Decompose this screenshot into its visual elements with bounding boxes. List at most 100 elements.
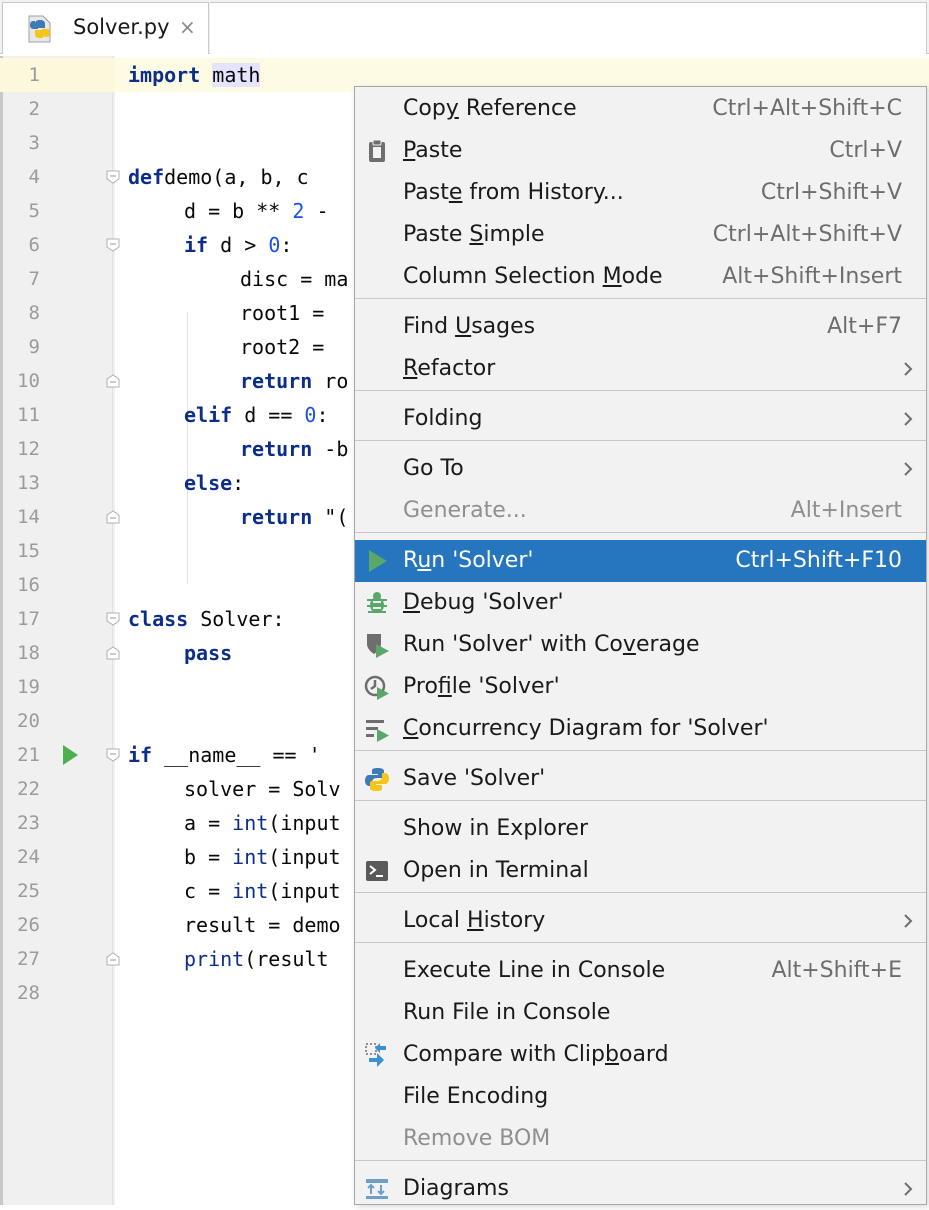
code-text-segment: disc = ma (240, 267, 349, 291)
menu-item-run-with-coverage[interactable]: Run 'Solver' with Coverage (355, 624, 926, 666)
code-text: return -b (240, 432, 348, 466)
line-number: 27 (17, 948, 40, 970)
menu-item-find-usages[interactable]: Find Usages Alt+F7 (355, 306, 926, 348)
menu-item-go-to[interactable]: Go To (355, 448, 926, 490)
submenu-chevron-icon (904, 412, 913, 426)
run-gutter-icon[interactable] (63, 745, 78, 765)
menu-item-label: Diagrams (403, 1168, 509, 1210)
mnemonic-letter: P (403, 138, 416, 163)
menu-item-shortcut: Ctrl+V (829, 138, 902, 163)
mnemonic-letter: v (622, 632, 636, 657)
menu-item-shortcut: Alt+Shift+Insert (722, 264, 902, 289)
code-keyword: pass (184, 641, 233, 665)
label-segment: Local (403, 908, 468, 933)
label-segment: Pro (403, 674, 438, 699)
python-icon (365, 768, 389, 791)
menu-item-shortcut: Ctrl+Alt+Shift+V (712, 222, 902, 247)
mnemonic-letter: C (403, 716, 419, 741)
label-segment: Find (403, 314, 456, 339)
label-segment: Compare with Clip (403, 1042, 606, 1067)
label-segment: Remove BOM (403, 1126, 551, 1151)
menu-item-folding[interactable]: Folding (355, 398, 926, 440)
line-number: 18 (17, 642, 40, 664)
code-text-segment: : (316, 403, 329, 427)
code-text-segment: d == (232, 403, 305, 427)
close-icon[interactable]: × (179, 15, 196, 39)
code-text-segment: (input (268, 811, 341, 835)
fold-marker-icon[interactable] (106, 374, 120, 388)
menu-item-save-solver[interactable]: Save 'Solver' (355, 758, 926, 800)
label-segment: ebug 'Solver' (419, 590, 564, 615)
menu-item-column-selection-mode[interactable]: Column Selection Mode Alt+Shift+Insert (355, 256, 926, 298)
fold-marker-icon[interactable] (106, 612, 120, 626)
mnemonic-letter: b (605, 1042, 619, 1067)
menu-item-label: Debug 'Solver' (403, 582, 564, 624)
code-text: c = int(input (184, 874, 341, 908)
fold-marker-icon[interactable] (106, 748, 120, 762)
fold-marker-icon[interactable] (106, 238, 120, 252)
label-segment: erage (635, 632, 700, 657)
mnemonic-letter: R (403, 356, 418, 381)
menu-item-file-encoding[interactable]: File Encoding (355, 1076, 926, 1118)
code-text: b = int(input (184, 840, 341, 874)
line-number: 22 (17, 778, 40, 800)
menu-item-paste[interactable]: Paste Ctrl+V (355, 130, 926, 172)
code-text: else: (184, 466, 244, 500)
menu-item-paste-from-history[interactable]: Paste from History... Ctrl+Shift+V (355, 172, 926, 214)
label-segment: Reference (458, 96, 577, 121)
code-number: 0 (304, 403, 317, 427)
mnemonic-letter: D (403, 590, 420, 615)
menu-item-label: File Encoding (403, 1076, 548, 1118)
menu-item-copy-reference[interactable]: Copy Reference Ctrl+Alt+Shift+C (355, 88, 926, 130)
line-number: 15 (17, 540, 40, 562)
fold-marker-icon[interactable] (106, 170, 120, 184)
code-keyword: class (128, 607, 189, 631)
menu-item-debug-solver[interactable]: Debug 'Solver' (355, 582, 926, 624)
submenu-chevron-icon (904, 362, 913, 376)
tab-solver-py[interactable]: Solver.py × (2, 2, 209, 54)
code-builtin: int (232, 811, 269, 835)
label-segment: R (403, 548, 418, 573)
diagrams-icon (366, 1179, 388, 1199)
menu-item-local-history[interactable]: Local History (355, 900, 926, 942)
menu-item-concurrency-diagram[interactable]: Concurrency Diagram for 'Solver' (355, 708, 926, 750)
menu-item-label: Column Selection Mode (403, 256, 663, 298)
menu-item-profile-solver[interactable]: Profile 'Solver' (355, 666, 926, 708)
menu-item-run-file-in-console[interactable]: Run File in Console (355, 992, 926, 1034)
label-segment: Paste (403, 222, 470, 247)
menu-item-show-in-explorer[interactable]: Show in Explorer (355, 808, 926, 850)
tab-title: Solver.py (73, 15, 170, 39)
menu-item-label: Paste from History... (403, 172, 624, 214)
line-number: 10 (17, 370, 40, 392)
menu-item-diagrams[interactable]: Diagrams (355, 1168, 926, 1210)
label-segment: File Encoding (403, 1084, 549, 1109)
menu-separator (355, 942, 926, 943)
clipboard-icon (369, 139, 385, 162)
menu-item-open-in-terminal[interactable]: Open in Terminal (355, 850, 926, 892)
code-keyword: if (128, 743, 153, 767)
menu-item-label: Find Usages (403, 306, 535, 348)
code-text: a = int(input (184, 806, 341, 840)
menu-item-refactor[interactable]: Refactor (355, 348, 926, 390)
menu-item-shortcut: Ctrl+Alt+Shift+C (712, 96, 902, 121)
menu-item-run-solver[interactable]: Run 'Solver' Ctrl+Shift+F10 (355, 540, 926, 582)
line-number: 26 (17, 914, 40, 936)
menu-item-paste-simple[interactable]: Paste Simple Ctrl+Alt+Shift+V (355, 214, 926, 256)
menu-item-label: Generate... (403, 490, 527, 532)
line-number: 28 (17, 982, 40, 1004)
line-number: 4 (28, 166, 40, 188)
fold-marker-icon[interactable] (106, 952, 120, 966)
fold-marker-icon[interactable] (106, 646, 120, 660)
fold-marker-icon[interactable] (106, 510, 120, 524)
code-keyword: return (240, 505, 313, 529)
line-number: 9 (28, 336, 40, 358)
menu-separator (355, 892, 926, 893)
menu-item-compare-with-clipboard[interactable]: Compare with Clipboard (355, 1034, 926, 1076)
code-text-segment: : (280, 233, 293, 257)
code-keyword: return (240, 369, 313, 393)
label-segment: sages (471, 314, 536, 339)
code-text: defdemo(a, b, c (128, 160, 309, 194)
menu-item-execute-line-in-console[interactable]: Execute Line in Console Alt+Shift+E (355, 950, 926, 992)
label-segment: Run File in Console (403, 1000, 611, 1025)
label-segment: ode (621, 264, 663, 289)
